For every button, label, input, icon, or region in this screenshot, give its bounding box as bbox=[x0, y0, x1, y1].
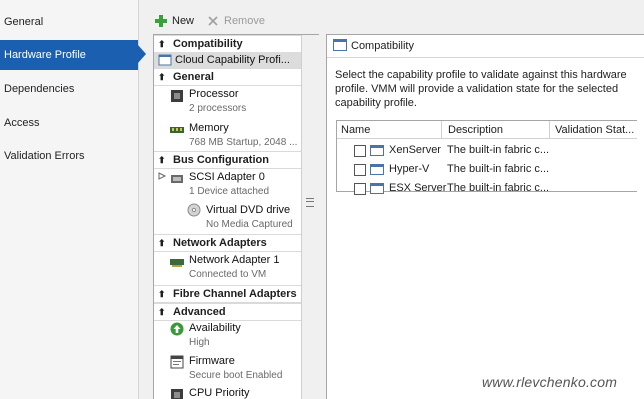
firmware-icon bbox=[170, 355, 184, 369]
plus-icon bbox=[155, 15, 167, 27]
section-label: Advanced bbox=[173, 306, 226, 318]
row-checkbox[interactable] bbox=[354, 183, 366, 195]
list-splitter[interactable] bbox=[301, 35, 320, 399]
item-title: Virtual DVD drive bbox=[206, 204, 291, 216]
column-header-validation-status[interactable]: Validation Stat... bbox=[549, 121, 637, 139]
profile-window-icon bbox=[158, 54, 172, 66]
item-subtitle: Secure boot Enabled bbox=[189, 370, 283, 381]
hardware-list-panel: ⬆︎ Compatibility Cloud Capability Profi.… bbox=[153, 34, 319, 399]
section-label: General bbox=[173, 71, 214, 83]
list-item-cloud-capability-profile[interactable]: Cloud Capability Profi... bbox=[154, 52, 301, 68]
list-item-firmware[interactable]: Firmware Secure boot Enabled bbox=[154, 354, 301, 386]
item-subtitle: No Media Captured bbox=[206, 219, 293, 230]
row-name: XenServer bbox=[389, 144, 441, 156]
profile-icon bbox=[370, 183, 384, 194]
detail-header: Compatibility bbox=[327, 35, 644, 58]
compatibility-window-icon bbox=[333, 39, 347, 51]
nav-item-validation-errors[interactable]: Validation Errors bbox=[0, 141, 138, 171]
item-title: Network Adapter 1 bbox=[189, 254, 280, 266]
row-description: The built-in fabric c... bbox=[447, 182, 550, 194]
profile-icon bbox=[370, 145, 384, 156]
dvd-disc-icon bbox=[187, 203, 201, 217]
new-button-label: New bbox=[172, 15, 195, 27]
item-subtitle: 1 Device attached bbox=[189, 186, 270, 197]
selection-pointer bbox=[138, 45, 146, 63]
section-label: Fibre Channel Adapters bbox=[173, 288, 297, 300]
left-navigation: General Hardware Profile Dependencies Ac… bbox=[0, 0, 139, 399]
item-title: Processor bbox=[189, 88, 239, 100]
collapse-chevron-icon: ⬆︎ bbox=[158, 72, 166, 82]
profile-icon bbox=[370, 164, 384, 175]
processor-icon bbox=[171, 90, 183, 102]
item-title: CPU Priority bbox=[189, 387, 250, 399]
availability-up-arrow-icon bbox=[170, 322, 184, 336]
section-header-general[interactable]: ⬆︎ General bbox=[154, 68, 301, 86]
item-title: Memory bbox=[189, 122, 229, 134]
nav-item-hardware-profile[interactable]: Hardware Profile bbox=[0, 40, 138, 70]
table-row-xenserver[interactable]: XenServer The built-in fabric c... bbox=[337, 142, 637, 161]
row-name: Hyper-V bbox=[389, 163, 430, 175]
collapse-chevron-icon: ⬆︎ bbox=[158, 238, 166, 248]
remove-button[interactable]: Remove bbox=[206, 12, 272, 30]
table-row-esx-server[interactable]: ESX Server The built-in fabric c... bbox=[337, 180, 637, 199]
section-label: Network Adapters bbox=[173, 237, 267, 249]
detail-title: Compatibility bbox=[351, 40, 414, 52]
cpu-priority-icon bbox=[171, 389, 183, 399]
list-item-cpu-priority[interactable]: CPU Priority bbox=[154, 387, 301, 399]
remove-button-label: Remove bbox=[224, 15, 265, 27]
item-subtitle: Connected to VM bbox=[189, 269, 267, 280]
list-item-availability[interactable]: Availability High bbox=[154, 321, 301, 353]
item-title: Firmware bbox=[189, 355, 235, 367]
capability-profile-grid: Name Description Validation Stat... XenS… bbox=[336, 120, 637, 195]
list-item-memory[interactable]: Memory 768 MB Startup, 2048 ... bbox=[154, 120, 301, 152]
remove-x-icon bbox=[208, 16, 218, 26]
row-description: The built-in fabric c... bbox=[447, 163, 550, 175]
item-title: Availability bbox=[189, 322, 241, 334]
row-description: The built-in fabric c... bbox=[447, 144, 550, 156]
section-label: Bus Configuration bbox=[173, 154, 269, 166]
nav-item-dependencies[interactable]: Dependencies bbox=[0, 74, 138, 104]
splitter-grip-icon[interactable] bbox=[306, 198, 314, 207]
section-header-compatibility[interactable]: ⬆︎ Compatibility bbox=[154, 35, 301, 53]
section-header-bus-configuration[interactable]: ⬆︎ Bus Configuration bbox=[154, 151, 301, 169]
column-header-description[interactable]: Description bbox=[441, 121, 549, 139]
list-item-processor[interactable]: Processor 2 processors bbox=[154, 86, 301, 118]
list-item-network-adapter[interactable]: Network Adapter 1 Connected to VM bbox=[154, 252, 301, 284]
item-title: SCSI Adapter 0 bbox=[189, 171, 265, 183]
collapse-chevron-icon: ⬆︎ bbox=[158, 307, 166, 317]
list-item-scsi-adapter[interactable]: SCSI Adapter 0 1 Device attached bbox=[154, 169, 301, 201]
detail-description: Select the capability profile to validat… bbox=[335, 69, 627, 109]
new-button[interactable]: New bbox=[154, 12, 200, 30]
table-row-hyper-v[interactable]: Hyper-V The built-in fabric c... bbox=[337, 161, 637, 180]
item-subtitle: 2 processors bbox=[189, 103, 247, 114]
item-title: Cloud Capability Profi... bbox=[175, 54, 290, 66]
section-header-advanced[interactable]: ⬆︎ Advanced bbox=[154, 303, 301, 321]
memory-icon bbox=[170, 127, 184, 133]
list-item-virtual-dvd-drive[interactable]: Virtual DVD drive No Media Captured bbox=[154, 202, 301, 234]
collapse-chevron-icon: ⬆︎ bbox=[158, 289, 166, 299]
section-header-fibre-channel-adapters[interactable]: ⬆︎ Fibre Channel Adapters bbox=[154, 285, 301, 303]
watermark: www.rlevchenko.com bbox=[482, 374, 618, 390]
collapse-chevron-icon: ⬆︎ bbox=[158, 39, 166, 49]
detail-panel: Compatibility Select the capability prof… bbox=[326, 34, 644, 399]
row-checkbox[interactable] bbox=[354, 145, 366, 157]
network-adapter-icon bbox=[170, 259, 184, 267]
scsi-adapter-icon bbox=[171, 175, 183, 183]
item-subtitle: 768 MB Startup, 2048 ... bbox=[189, 137, 298, 148]
expand-triangle-icon bbox=[158, 172, 167, 180]
nav-item-access[interactable]: Access bbox=[0, 108, 138, 138]
row-name: ESX Server bbox=[389, 182, 447, 194]
section-header-network-adapters[interactable]: ⬆︎ Network Adapters bbox=[154, 234, 301, 252]
row-checkbox[interactable] bbox=[354, 164, 366, 176]
section-label: Compatibility bbox=[173, 38, 243, 50]
nav-item-general[interactable]: General bbox=[0, 7, 138, 37]
column-header-name[interactable]: Name bbox=[337, 121, 441, 139]
collapse-chevron-icon: ⬆︎ bbox=[158, 155, 166, 165]
item-subtitle: High bbox=[189, 337, 210, 348]
